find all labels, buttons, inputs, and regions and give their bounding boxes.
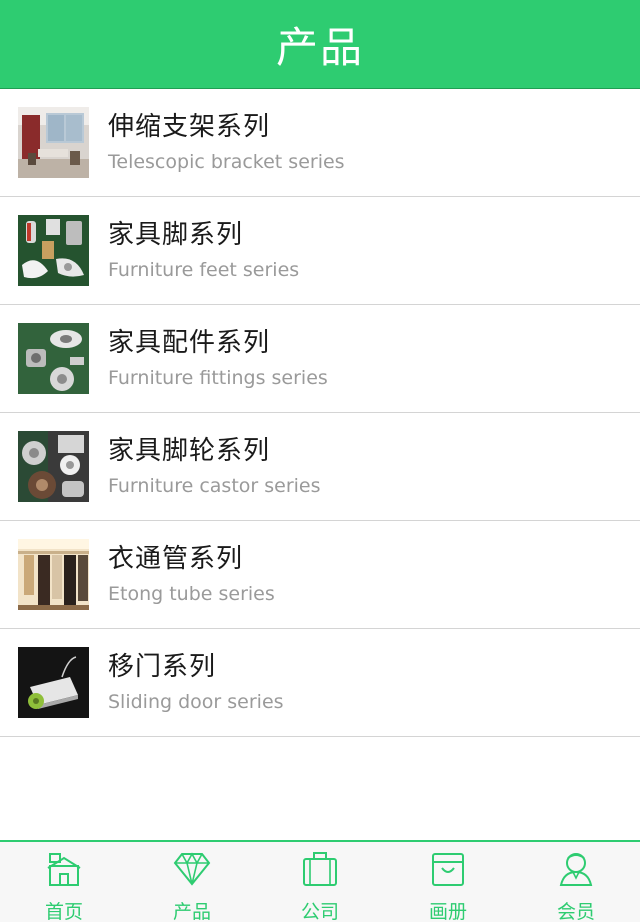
product-item-etong-tube[interactable]: 衣通管系列 Etong tube series <box>0 521 640 629</box>
product-subtitle: Furniture fittings series <box>108 367 328 389</box>
product-thumbnail <box>18 107 89 178</box>
product-subtitle: Etong tube series <box>108 583 275 605</box>
tab-album[interactable]: 画册 <box>384 842 512 923</box>
tab-home[interactable]: 首页 <box>0 842 128 923</box>
product-subtitle: Telescopic bracket series <box>108 151 345 173</box>
bag-icon <box>432 853 464 886</box>
product-title: 伸缩支架系列 <box>108 112 271 142</box>
page-title: 产品 <box>275 22 364 72</box>
product-title: 家具配件系列 <box>108 328 271 358</box>
product-thumbnail <box>18 539 89 610</box>
diamond-icon <box>173 852 211 886</box>
product-list: 伸缩支架系列 Telescopic bracket series 家具脚系列 F… <box>0 88 640 737</box>
app-header: 产品 <box>0 0 640 88</box>
product-title: 移门系列 <box>108 652 217 682</box>
product-subtitle: Sliding door series <box>108 691 284 713</box>
user-icon <box>559 853 593 886</box>
product-thumbnail <box>18 323 89 394</box>
product-thumbnail <box>18 215 89 286</box>
product-item-furniture-castor[interactable]: 家具脚轮系列 Furniture castor series <box>0 413 640 521</box>
product-title: 家具脚系列 <box>108 220 244 250</box>
product-subtitle: Furniture castor series <box>108 475 321 497</box>
briefcase-icon <box>303 852 337 886</box>
home-icon <box>47 853 81 886</box>
tab-products[interactable]: 产品 <box>128 842 256 923</box>
product-item-furniture-fittings[interactable]: 家具配件系列 Furniture fittings series <box>0 305 640 413</box>
tab-member[interactable]: 会员 <box>512 842 640 923</box>
bottom-tab-bar: 首页 产品 公司 画册 会员 <box>0 840 640 923</box>
product-subtitle: Furniture feet series <box>108 259 300 281</box>
product-item-sliding-door[interactable]: 移门系列 Sliding door series <box>0 629 640 737</box>
product-title: 衣通管系列 <box>108 544 244 574</box>
product-thumbnail <box>18 647 89 718</box>
product-title: 家具脚轮系列 <box>108 436 271 466</box>
tab-company[interactable]: 公司 <box>256 842 384 923</box>
product-item-furniture-feet[interactable]: 家具脚系列 Furniture feet series <box>0 197 640 305</box>
product-thumbnail <box>18 431 89 502</box>
product-item-telescopic-bracket[interactable]: 伸缩支架系列 Telescopic bracket series <box>0 89 640 197</box>
